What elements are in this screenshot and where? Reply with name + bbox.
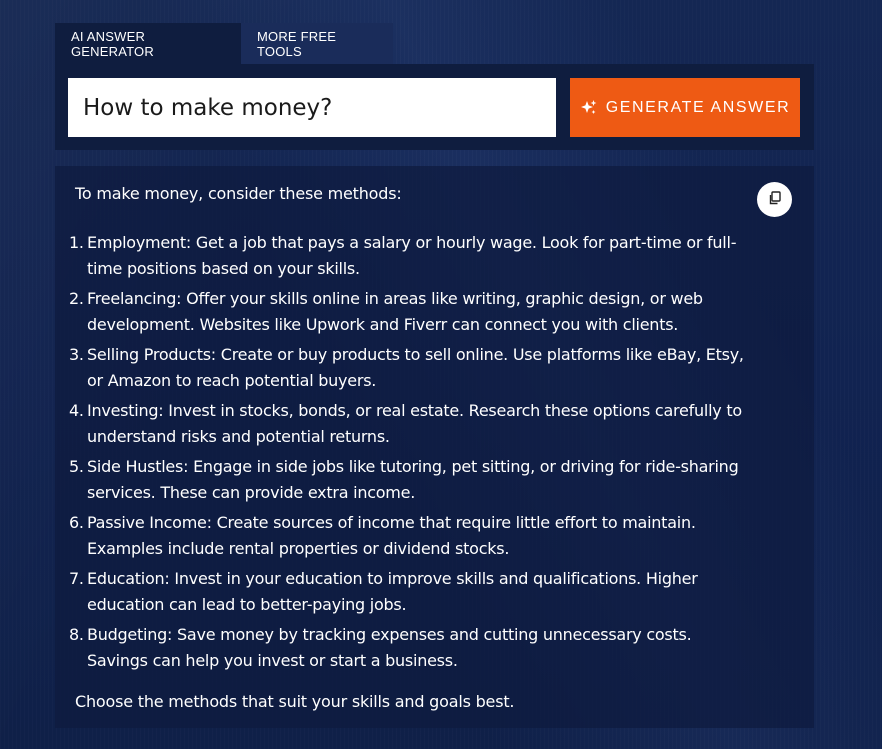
copy-icon: [768, 191, 782, 208]
list-item: 2. Freelancing: Offer your skills online …: [69, 286, 755, 338]
list-item: 8. Budgeting: Save money by tracking expe…: [69, 622, 755, 674]
list-item: 4. Investing: Invest in stocks, bonds, or…: [69, 398, 755, 450]
tab-label: MORE FREE TOOLS: [257, 28, 337, 59]
list-item-text: Freelancing: Offer your skills online in…: [87, 289, 703, 334]
list-item: 1. Employment: Get a job that pays a sala…: [69, 230, 755, 282]
list-item-number: 8.: [69, 625, 84, 644]
generate-answer-button[interactable]: GENERATE ANSWER: [570, 78, 800, 137]
question-panel: GENERATE ANSWER: [55, 64, 814, 150]
list-item: 7. Education: Invest in your education to…: [69, 566, 755, 618]
answer-closing: Choose the methods that suit your skills…: [75, 692, 515, 711]
list-item-text: Budgeting: Save money by tracking expens…: [87, 625, 692, 670]
list-item-number: 7.: [69, 569, 84, 588]
list-item-number: 3.: [69, 345, 84, 364]
list-item-text: Selling Products: Create or buy products…: [87, 345, 744, 390]
tab-ai-answer-generator[interactable]: AI ANSWER GENERATOR: [55, 23, 241, 64]
list-item-number: 6.: [69, 513, 84, 532]
sparkle-icon: [580, 99, 598, 117]
tab-bar: AI ANSWER GENERATOR MORE FREE TOOLS: [55, 23, 393, 64]
list-item-text: Passive Income: Create sources of income…: [87, 513, 696, 558]
tab-label: AI ANSWER GENERATOR: [71, 28, 154, 59]
answer-panel: To make money, consider these methods: 1…: [55, 166, 814, 728]
list-item-text: Education: Invest in your education to i…: [87, 569, 698, 614]
list-item-number: 5.: [69, 457, 84, 476]
list-item-text: Investing: Invest in stocks, bonds, or r…: [87, 401, 742, 446]
generate-answer-label: GENERATE ANSWER: [605, 98, 791, 116]
methods-list: 1. Employment: Get a job that pays a sala…: [69, 230, 755, 674]
list-item-number: 2.: [69, 289, 84, 308]
list-item-text: Employment: Get a job that pays a salary…: [87, 233, 737, 278]
tab-more-free-tools[interactable]: MORE FREE TOOLS: [241, 23, 393, 64]
list-item-number: 4.: [69, 401, 84, 420]
list-item: 3. Selling Products: Create or buy produc…: [69, 342, 755, 394]
copy-button[interactable]: [757, 182, 792, 217]
list-item: 6. Passive Income: Create sources of inco…: [69, 510, 755, 562]
list-item-text: Side Hustles: Engage in side jobs like t…: [87, 457, 739, 502]
list-item-number: 1.: [69, 233, 84, 252]
answer-text: To make money, consider these methods: 1…: [69, 181, 755, 715]
answer-intro: To make money, consider these methods:: [75, 184, 402, 203]
list-item: 5. Side Hustles: Engage in side jobs like…: [69, 454, 755, 506]
question-input[interactable]: [68, 78, 556, 137]
